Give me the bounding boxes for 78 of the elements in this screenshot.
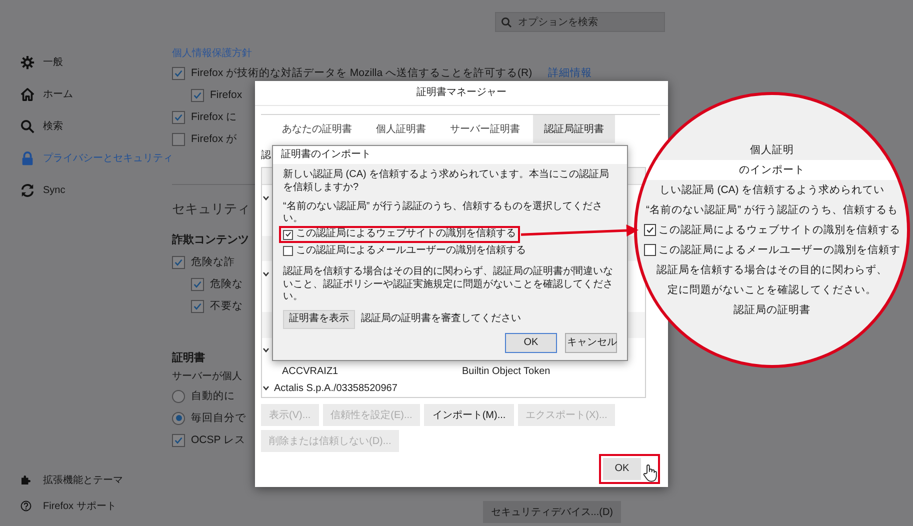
checkbox[interactable] <box>644 224 656 236</box>
checkbox-label: 危険な詐 <box>191 255 235 269</box>
checkbox-label: Firefox が技術的な対話データを Mozilla へ送信することを許可する(R) <box>191 66 532 80</box>
ok-button[interactable]: OK <box>603 458 641 480</box>
note-text: 認証局を信頼する場合はその目的に関わらず、 <box>656 263 888 278</box>
group-name: Actalis S.p.A./03358520967 <box>274 382 398 394</box>
checkbox-label: この認証局によるメールユーザーの識別を信頼す <box>658 243 900 258</box>
chevron-icon[interactable] <box>262 346 270 354</box>
description-text: サーバーが個人 <box>172 370 242 384</box>
prompt-text: “名前のない認証局” が行う認証のうち、信頼するものを選択してください。 <box>283 200 604 226</box>
puzzle-icon <box>20 474 32 486</box>
chevron-icon[interactable] <box>262 384 270 392</box>
checkbox-label: 危険な <box>210 277 243 291</box>
security-devices-button[interactable]: セキュリティデバイス...(D) <box>482 501 621 523</box>
checkbox[interactable] <box>172 66 185 80</box>
hint-text: 認証局の証明書を審査してください <box>361 313 521 326</box>
sidebar-item[interactable]: 検索 <box>20 110 63 142</box>
chevron-icon[interactable] <box>262 270 270 278</box>
checkbox[interactable] <box>172 110 185 124</box>
subsection-title: 証明書 <box>172 350 205 366</box>
view-certificate-button[interactable]: 証明書を表示 <box>283 310 355 329</box>
sidebar-link[interactable]: Firefox サポート <box>20 493 116 519</box>
checkbox-label: 不要な <box>210 299 243 313</box>
search-icon <box>501 17 512 28</box>
note-text: 定に問題がないことを確認してください。 <box>668 283 876 298</box>
checkbox[interactable] <box>191 88 204 102</box>
dialog-button[interactable]: OK <box>505 332 557 353</box>
checkbox-label: Firefox が <box>191 132 238 146</box>
checkbox[interactable] <box>191 278 204 290</box>
checkbox[interactable] <box>283 230 293 240</box>
settings-icon <box>20 54 35 70</box>
prompt-text: “名前のない認証局” が行う認証のうち、信頼するも <box>646 203 898 218</box>
tab[interactable]: あなたの証明書 <box>271 115 363 143</box>
description-text: 認 <box>261 149 271 163</box>
hint-text: 認証局の証明書 <box>734 303 810 318</box>
search-field[interactable]: オプションを検索 <box>495 12 665 32</box>
message-text: 新しい認証局 (CA) を信頼するよう求められています。本当にこの認証局を信頼しますか? <box>283 169 610 195</box>
home-icon <box>20 86 35 102</box>
action-button[interactable]: インポート(M)... <box>424 404 514 426</box>
checkbox[interactable] <box>172 256 185 268</box>
dialog-title: 証明書のインポート <box>273 146 627 164</box>
table-cell-text: ACCVRAIZ1 <box>281 366 340 377</box>
sidebar-item[interactable]: Sync <box>20 174 66 206</box>
checkbox[interactable] <box>283 246 293 256</box>
checkbox-label: この認証局によるウェブサイトの識別を信頼する <box>658 223 900 238</box>
tab[interactable]: サーバー証明書 <box>439 115 531 143</box>
lock-icon <box>20 150 35 166</box>
checkbox-label: Firefox <box>210 89 242 101</box>
hand-cursor-icon <box>643 464 657 482</box>
radio-button[interactable] <box>172 390 185 402</box>
radio-label: 自動的に <box>191 389 235 403</box>
radio-label: 毎回自分で <box>191 411 246 425</box>
sidebar-item[interactable]: 一般 <box>20 46 63 78</box>
checkbox-label: この認証局によるウェブサイトの識別を信頼する <box>296 228 516 241</box>
message-text: しい認証局 (CA) を信頼するよう求められてい <box>659 183 885 198</box>
tab-label: 個人証明 <box>750 143 794 158</box>
checkbox-label: OCSP レス <box>191 433 246 447</box>
help-icon <box>20 500 32 512</box>
checkbox-label: Firefox に <box>191 110 238 124</box>
checkbox[interactable] <box>644 244 656 256</box>
checkbox-label: この認証局によるメールユーザーの識別を信頼する <box>296 244 526 258</box>
checkbox[interactable] <box>172 434 185 446</box>
dialog-title: のインポート <box>739 163 805 178</box>
tab[interactable]: 個人証明書 <box>365 115 437 143</box>
search-icon <box>20 118 35 134</box>
section-title: セキュリティ <box>172 200 250 218</box>
note-text: 認証局を信頼する場合はその目的に関わらず、認証局の証明書が間違いないこと、認証ポリシーや認証実施規定に問題がないことを確認してください。 <box>283 266 614 304</box>
checkbox[interactable] <box>191 300 204 312</box>
tab[interactable]: 認証局証明書 <box>533 115 615 143</box>
checkbox[interactable] <box>172 132 185 146</box>
sidebar-link[interactable]: 拡張機能とテーマ <box>20 467 123 493</box>
chevron-icon[interactable] <box>262 194 270 202</box>
radio-button[interactable] <box>172 412 185 424</box>
table-cell: Builtin Object Token <box>462 366 550 377</box>
sidebar-item[interactable]: ホーム <box>20 78 73 110</box>
dialog-button[interactable]: キャンセル <box>565 332 617 353</box>
sync-icon <box>20 182 35 198</box>
subsection-title: 詐欺コンテンツ <box>172 232 249 248</box>
